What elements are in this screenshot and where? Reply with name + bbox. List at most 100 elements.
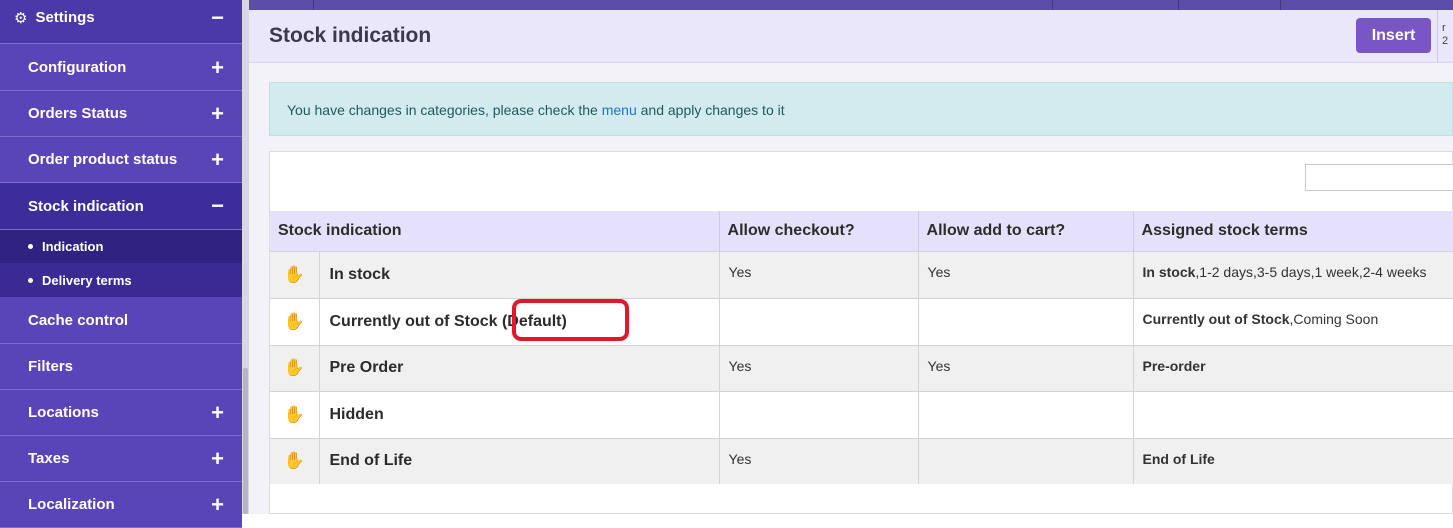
drag-handle[interactable]: ✋ bbox=[270, 344, 320, 391]
sidebar-item-locations[interactable]: Locations + bbox=[0, 390, 242, 436]
sidebar-header-label: Settings bbox=[35, 9, 95, 26]
row-terms: Currently out of Stock,Coming Soon bbox=[1133, 297, 1453, 345]
sidebar-scrollbar[interactable] bbox=[242, 0, 249, 514]
row-cart bbox=[918, 297, 1134, 345]
sidebar-item-label: Localization bbox=[28, 496, 115, 513]
row-name: End of Life bbox=[319, 437, 720, 484]
stock-indication-panel: Stock indication Allow checkout? Allow a… bbox=[269, 151, 1453, 514]
top-bar-divider bbox=[1052, 0, 1053, 10]
table-row[interactable]: ✋ Currently out of Stock (Default) Curre… bbox=[270, 297, 1453, 345]
page-title: Stock indication bbox=[269, 24, 432, 47]
page-header: Stock indication Insert r 2 bbox=[249, 10, 1453, 63]
alert-text-after: and apply changes to it bbox=[636, 102, 785, 118]
bullet-icon bbox=[28, 244, 33, 249]
scrollbar-thumb[interactable] bbox=[243, 368, 248, 514]
sidebar-item-order-product-status[interactable]: Order product status + bbox=[0, 137, 242, 183]
sidebar-item-cache-control[interactable]: Cache control bbox=[0, 297, 242, 344]
collapse-icon[interactable]: − bbox=[211, 6, 224, 29]
column-header[interactable]: Stock indication bbox=[270, 211, 720, 251]
expand-icon[interactable]: + bbox=[211, 56, 224, 79]
hand-drag-icon: ✋ bbox=[283, 404, 305, 424]
terms-primary: End of Life bbox=[1142, 450, 1215, 467]
top-bar-divider bbox=[1178, 0, 1179, 10]
drag-handle[interactable]: ✋ bbox=[270, 390, 320, 438]
row-terms: End of Life bbox=[1133, 437, 1453, 484]
row-cart: Yes bbox=[918, 344, 1134, 391]
changes-alert: You have changes in categories, please c… bbox=[269, 82, 1453, 136]
sidebar-item-label: Taxes bbox=[28, 450, 70, 467]
expand-icon[interactable]: + bbox=[211, 447, 224, 470]
sidebar-item-label: Filters bbox=[28, 358, 74, 375]
sidebar-subitem-indication[interactable]: Indication bbox=[0, 230, 242, 263]
bullet-icon bbox=[28, 277, 33, 283]
terms-primary: Pre-order bbox=[1142, 357, 1206, 374]
column-header[interactable]: Allow checkout? bbox=[719, 211, 919, 251]
search-input[interactable] bbox=[1305, 164, 1453, 191]
top-bar-divider bbox=[313, 0, 314, 10]
row-checkout: Yes bbox=[719, 344, 919, 391]
gears-icon: ⚙ bbox=[14, 9, 28, 27]
expand-icon[interactable]: + bbox=[211, 148, 224, 171]
insert-button[interactable]: Insert bbox=[1356, 18, 1431, 53]
sidebar-subitem-label: Delivery terms bbox=[42, 272, 132, 288]
row-name: Hidden bbox=[319, 390, 720, 438]
row-checkout: Yes bbox=[719, 250, 919, 298]
terms-rest: ,1-2 days,3-5 days,1 week,2-4 weeks bbox=[1195, 263, 1427, 280]
sidebar-subitem-delivery-terms[interactable]: Delivery terms bbox=[0, 263, 242, 297]
drag-handle[interactable]: ✋ bbox=[270, 250, 320, 298]
sidebar-item-label: Locations bbox=[28, 404, 99, 421]
sidebar-header-settings[interactable]: ⚙ Settings − bbox=[0, 0, 242, 44]
table-row[interactable]: ✋ Hidden bbox=[270, 390, 1453, 438]
alert-menu-link[interactable]: menu bbox=[602, 102, 637, 118]
row-cart bbox=[918, 437, 1134, 484]
header-right-text: r 2 bbox=[1437, 10, 1453, 63]
sidebar-subitem-label: Indication bbox=[42, 239, 104, 254]
row-checkout bbox=[719, 390, 919, 438]
row-terms: Pre-order bbox=[1133, 344, 1453, 391]
column-header[interactable]: Assigned stock terms bbox=[1133, 211, 1453, 251]
row-name: Pre Order bbox=[319, 344, 720, 391]
sidebar-item-orders-status[interactable]: Orders Status + bbox=[0, 91, 242, 137]
stock-indication-table: Stock indication Allow checkout? Allow a… bbox=[270, 211, 1453, 484]
sidebar-item-filters[interactable]: Filters bbox=[0, 344, 242, 390]
expand-icon[interactable]: + bbox=[211, 493, 224, 516]
sidebar-item-label: Orders Status bbox=[28, 105, 128, 122]
hand-drag-icon: ✋ bbox=[283, 451, 305, 471]
drag-handle[interactable]: ✋ bbox=[270, 437, 320, 484]
sidebar-item-label: Cache control bbox=[28, 311, 129, 329]
table-row[interactable]: ✋ In stock Yes Yes In stock,1-2 days,3-5… bbox=[270, 250, 1453, 298]
column-header[interactable]: Allow add to cart? bbox=[918, 211, 1134, 251]
table-header-row: Stock indication Allow checkout? Allow a… bbox=[270, 211, 1453, 251]
row-cart: Yes bbox=[918, 250, 1134, 298]
sidebar-item-configuration[interactable]: Configuration + bbox=[0, 45, 242, 91]
sidebar-item-label: Configuration bbox=[28, 59, 127, 76]
row-terms: In stock,1-2 days,3-5 days,1 week,2-4 we… bbox=[1133, 250, 1453, 298]
top-bar-divider bbox=[1280, 0, 1281, 10]
sidebar: ⚙ Settings − Configuration + Orders Stat… bbox=[0, 0, 242, 528]
expand-icon[interactable]: + bbox=[211, 102, 224, 125]
drag-handle[interactable]: ✋ bbox=[270, 297, 320, 345]
row-name: In stock bbox=[319, 250, 720, 298]
collapse-icon[interactable]: − bbox=[211, 195, 224, 217]
default-annotation-box bbox=[512, 299, 629, 341]
alert-text-before: You have changes in categories, please c… bbox=[287, 102, 602, 118]
terms-primary: Currently out of Stock bbox=[1142, 310, 1290, 327]
table-row[interactable]: ✋ End of Life Yes End of Life bbox=[270, 437, 1453, 484]
expand-icon[interactable]: + bbox=[211, 401, 224, 424]
row-checkout bbox=[719, 297, 919, 345]
hand-drag-icon: ✋ bbox=[283, 264, 305, 284]
terms-rest: ,Coming Soon bbox=[1289, 310, 1379, 327]
sidebar-item-taxes[interactable]: Taxes + bbox=[0, 436, 242, 482]
hand-drag-icon: ✋ bbox=[283, 311, 305, 331]
sidebar-item-localization[interactable]: Localization + bbox=[0, 482, 242, 528]
table-row[interactable]: ✋ Pre Order Yes Yes Pre-order bbox=[270, 344, 1453, 391]
row-terms bbox=[1133, 390, 1453, 438]
main-content: Stock indication Insert r 2 You have cha… bbox=[249, 10, 1453, 514]
sidebar-item-label: Stock indication bbox=[28, 197, 144, 215]
row-checkout: Yes bbox=[719, 437, 919, 484]
sidebar-item-stock-indication[interactable]: Stock indication − bbox=[0, 183, 242, 230]
row-cart bbox=[918, 390, 1134, 438]
terms-primary: In stock bbox=[1142, 263, 1196, 280]
sidebar-item-label: Order product status bbox=[28, 151, 178, 168]
hand-drag-icon: ✋ bbox=[283, 358, 305, 377]
